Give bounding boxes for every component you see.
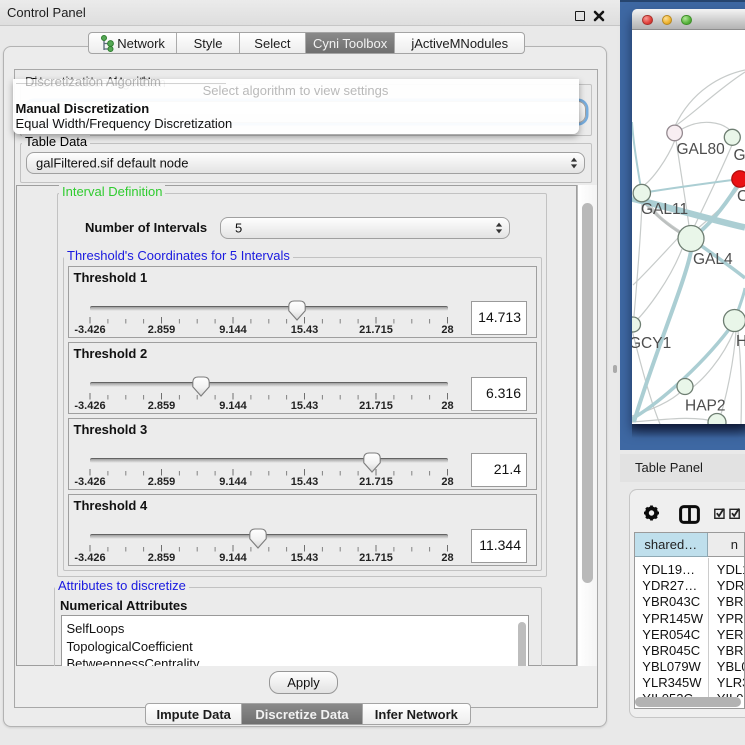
svg-text:GA: GA — [734, 147, 745, 164]
svg-text:GAL80: GAL80 — [677, 141, 726, 158]
svg-text:HAP2: HAP2 — [685, 397, 726, 414]
svg-text:C: C — [737, 188, 745, 205]
svg-text:GCY1: GCY1 — [632, 335, 671, 352]
svg-text:GAL11: GAL11 — [641, 201, 688, 218]
svg-text:H: H — [736, 333, 745, 350]
svg-text:GAL4: GAL4 — [693, 251, 733, 268]
